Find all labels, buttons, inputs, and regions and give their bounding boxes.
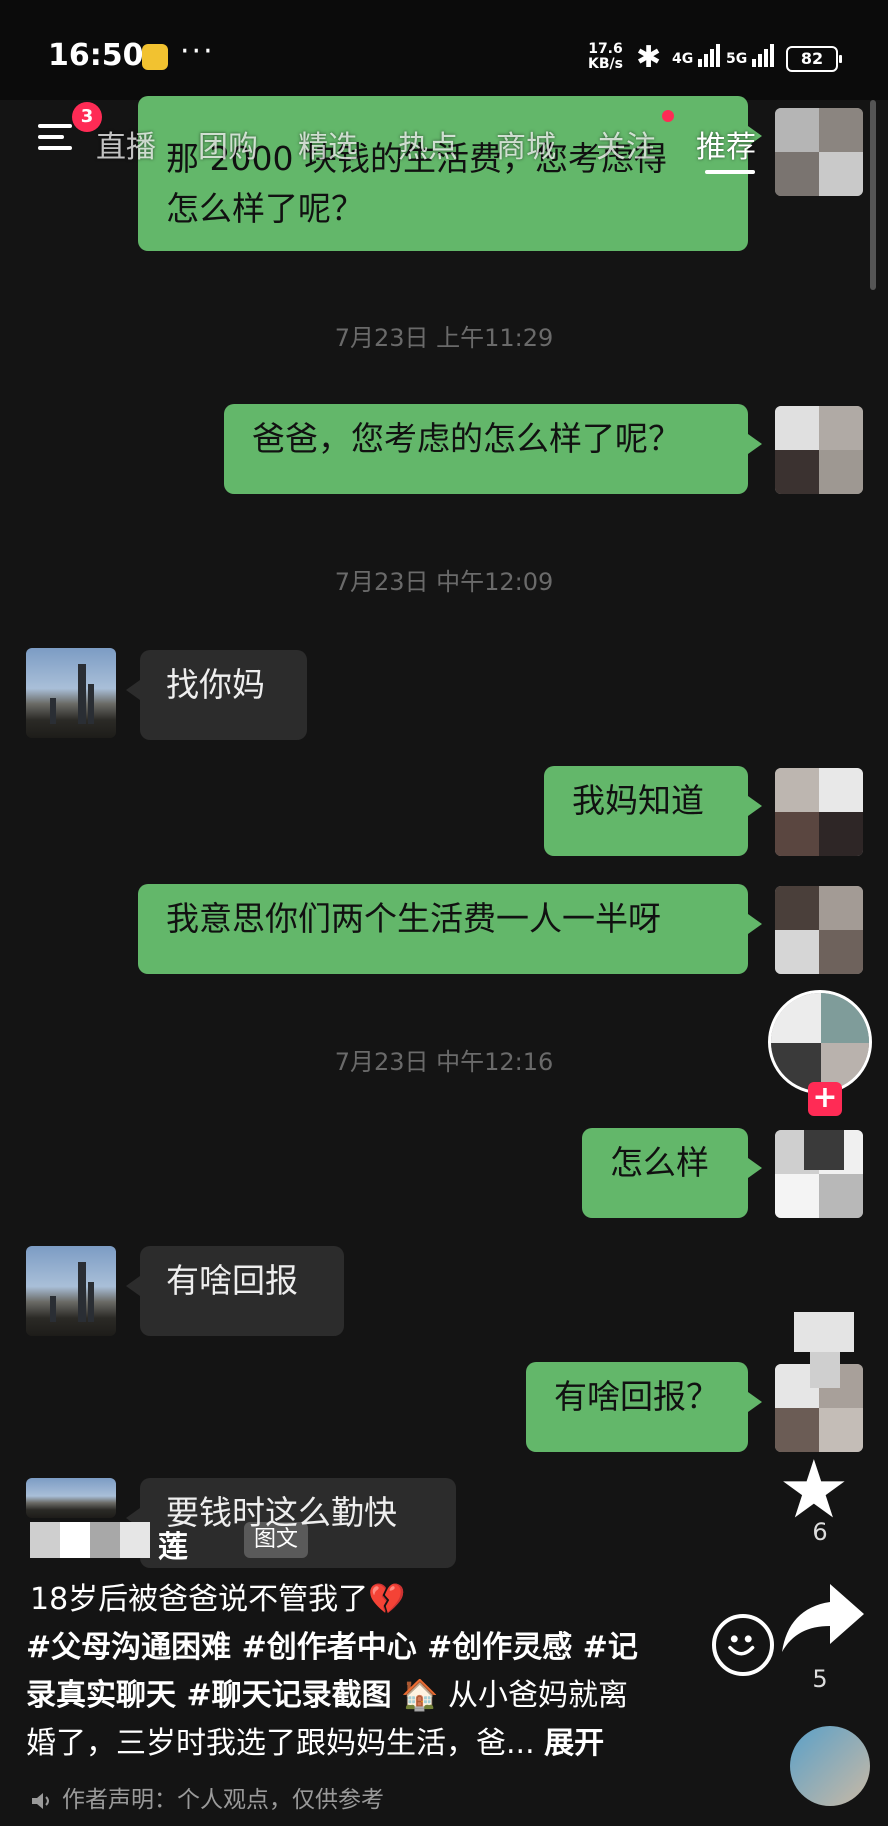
dad-avatar: [26, 1478, 116, 1518]
following-dot: [662, 110, 674, 122]
top-nav: 3 直播 团购 精选 热点 商城 关注 推荐: [0, 100, 888, 180]
tab-hot[interactable]: 热点: [398, 122, 458, 166]
author-disclaimer: 作者声明：个人观点，仅供参考: [30, 1780, 384, 1814]
my-avatar: [775, 768, 863, 856]
chat-bubble-incoming: 找你妈: [126, 650, 307, 740]
network-speed: 17.6 KB/s: [588, 41, 623, 72]
chat-timestamp: 7月23日 中午12:09: [334, 568, 554, 596]
creator-avatar[interactable]: [768, 990, 872, 1094]
censored-area: [790, 1130, 860, 1480]
chat-timestamp: 7月23日 上午11:29: [334, 324, 554, 352]
status-bar: 16:50 ··· 17.6 KB/s ✱ 4G 5G 82: [0, 0, 888, 100]
favorite-count: 6: [812, 1518, 828, 1546]
music-disc-avatar[interactable]: [790, 1726, 870, 1806]
chat-bubble-incoming: 有啥回报: [126, 1246, 344, 1336]
signal-4g-icon: 4G: [672, 44, 722, 67]
tab-mall[interactable]: 商城: [496, 122, 556, 166]
post-type-badge: 图文: [244, 1522, 309, 1558]
chat-bubble-outgoing: 有啥回报？: [526, 1362, 762, 1452]
caption-title: 18岁后被爸爸说不管我了💔: [30, 1582, 406, 1617]
caption-text: 从小爸妈就离: [448, 1678, 629, 1713]
chat-timestamp: 7月23日 中午12:16: [334, 1048, 554, 1076]
my-avatar: [775, 886, 863, 974]
my-avatar: [775, 406, 863, 494]
tab-group-buy[interactable]: 团购: [198, 122, 258, 166]
chat-bubble-outgoing: 我意思你们两个生活费一人一半呀: [138, 884, 762, 974]
more-notifications-icon: ···: [180, 34, 215, 69]
tab-live[interactable]: 直播: [96, 122, 156, 166]
broken-heart-icon: 💔: [368, 1582, 406, 1617]
chat-bubble-outgoing: 我妈知道: [544, 766, 762, 856]
caption-tags-line-1[interactable]: #父母沟通困难 #创作者中心 #创作灵感 #记: [26, 1624, 706, 1672]
tab-featured[interactable]: 精选: [298, 122, 358, 166]
chat-bubble-outgoing: 爸爸，您考虑的怎么样了呢？: [224, 404, 762, 494]
caption-text: 婚了，三岁时我选了跟妈妈生活，爸...: [26, 1726, 535, 1761]
dad-avatar: [26, 648, 116, 738]
house-icon: 🏠: [401, 1678, 439, 1713]
dad-avatar: [26, 1246, 116, 1336]
tab-following[interactable]: 关注: [596, 122, 656, 166]
emoji-icon[interactable]: [712, 1614, 774, 1676]
share-count: 5: [812, 1665, 828, 1693]
signal-5g-icon: 5G: [726, 44, 776, 67]
author-name[interactable]: 莲: [158, 1522, 188, 1566]
app-notification-icon: [142, 44, 168, 70]
menu-icon[interactable]: [38, 122, 74, 152]
speaker-icon: [32, 1792, 49, 1809]
status-clock: 16:50: [48, 38, 144, 73]
expand-caption-link[interactable]: 展开: [544, 1726, 604, 1761]
caption-tags-line-2[interactable]: 录真实聊天 #聊天记录截图: [26, 1678, 392, 1713]
caption-body: #父母沟通困难 #创作者中心 #创作灵感 #记 录真实聊天 #聊天记录截图 🏠 …: [26, 1624, 706, 1768]
battery-icon: 82: [786, 46, 842, 72]
chat-bubble-outgoing: 怎么样: [582, 1128, 762, 1218]
bluetooth-icon: ✱: [636, 40, 662, 75]
follow-button[interactable]: +: [808, 1082, 842, 1116]
active-tab-indicator: [705, 170, 755, 174]
tab-recommended[interactable]: 推荐: [696, 122, 756, 166]
author-name-censored: [30, 1518, 150, 1562]
share-icon[interactable]: [780, 1580, 866, 1656]
